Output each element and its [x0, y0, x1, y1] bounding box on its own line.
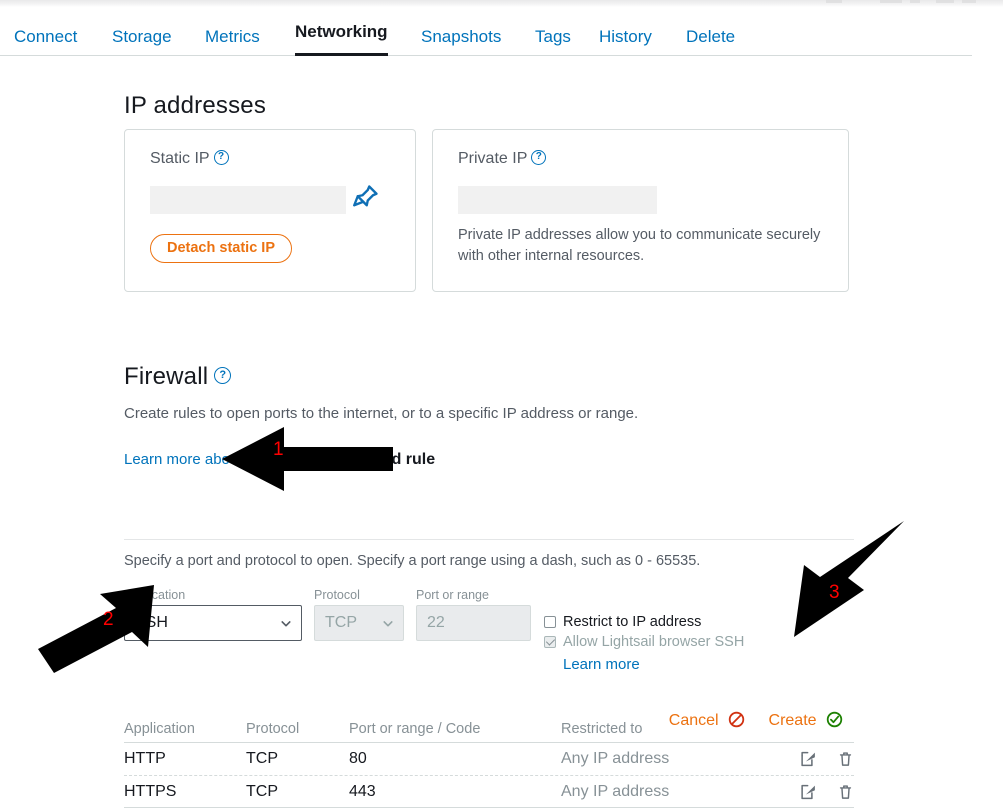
header-restricted-to: Restricted to [561, 721, 643, 737]
application-select-value: SSH [135, 614, 168, 631]
restrict-to-ip-checkbox[interactable] [544, 616, 556, 628]
table-header-underline [124, 742, 854, 743]
annotation-arrow-3 [794, 521, 904, 637]
firewall-help-icon[interactable]: ? [214, 367, 232, 385]
firewall-rules-table: Application Protocol Port or range / Cod… [124, 716, 854, 808]
edit-icon[interactable] [800, 749, 817, 769]
page-top-cutoff-strip [0, 0, 1003, 7]
external-link-icon [334, 454, 345, 465]
row-port: 443 [349, 782, 376, 800]
private-ip-note: Private IP addresses allow you to commun… [458, 227, 821, 264]
firewall-specify-note: Specify a port and protocol to open. Spe… [124, 553, 701, 569]
trash-icon[interactable] [837, 749, 854, 769]
resource-tab-bar: Connect Storage Metrics Networking Snaps… [0, 18, 972, 56]
restrict-to-ip-row[interactable]: Restrict to IP address [544, 613, 784, 631]
table-row[interactable]: HTTP TCP 80 Any IP address [124, 742, 854, 775]
firewall-divider [124, 539, 854, 540]
header-application: Application [124, 721, 195, 737]
port-or-range-field-label: Port or range [416, 588, 489, 602]
row-application: HTTP [124, 750, 166, 767]
application-field-label: Application [124, 588, 186, 602]
application-field: Application SSH [124, 588, 302, 641]
port-or-range-input: 22 [416, 605, 531, 641]
annotation-number-3: 3 [829, 582, 840, 603]
tab-snapshots[interactable]: Snapshots [421, 18, 501, 56]
protocol-field-label: Protocol [314, 588, 360, 602]
header-protocol: Protocol [246, 721, 300, 737]
allow-browser-ssh-checkbox [544, 636, 556, 648]
tab-history[interactable]: History [599, 18, 652, 56]
row-actions [761, 749, 854, 769]
firewall-heading: Firewall? [124, 363, 854, 391]
row-restricted-to: Any IP address [561, 782, 670, 800]
tab-delete[interactable]: Delete [686, 18, 735, 56]
row-protocol: TCP [246, 782, 278, 800]
ip-addresses-heading: IP addresses [124, 92, 267, 119]
row-application: HTTPS [124, 782, 177, 800]
chevron-down-icon [281, 621, 291, 627]
private-ip-value [458, 186, 657, 214]
learn-more-about-firewall-rules-link[interactable]: Learn more about firewall rules [124, 451, 345, 468]
static-ip-help-icon[interactable]: ? [213, 150, 229, 166]
detach-static-ip-button[interactable]: Detach static IP [150, 234, 292, 263]
private-ip-label: Private IP? [458, 150, 547, 168]
protocol-select: TCP [314, 605, 404, 641]
trash-icon[interactable] [837, 782, 854, 802]
add-rule-button[interactable]: + Add rule [349, 444, 436, 471]
tab-metrics[interactable]: Metrics [205, 18, 260, 56]
protocol-select-value: TCP [325, 614, 357, 631]
chevron-down-icon [383, 621, 393, 627]
firewall-rule-options: Restrict to IP address Allow Lightsail b… [544, 613, 784, 674]
static-ip-card: Static IP? Detach static IP [124, 129, 416, 292]
private-ip-help-icon[interactable]: ? [531, 150, 547, 166]
protocol-field: Protocol TCP [314, 588, 404, 641]
pushpin-icon[interactable] [351, 180, 381, 214]
table-row[interactable]: HTTPS TCP 443 Any IP address [124, 775, 854, 808]
restrict-to-ip-label: Restrict to IP address [563, 614, 702, 630]
plus-icon: + [349, 446, 363, 471]
private-ip-card: Private IP? Private IP addresses allow y… [432, 129, 849, 292]
edit-icon[interactable] [800, 782, 817, 802]
tab-connect[interactable]: Connect [14, 18, 77, 56]
static-ip-label: Static IP? [150, 150, 229, 168]
firewall-section: Firewall? Create rules to open ports to … [124, 363, 854, 729]
allow-browser-ssh-label: Allow Lightsail browser SSH [563, 634, 745, 650]
table-header-row: Application Protocol Port or range / Cod… [124, 716, 854, 742]
row-restricted-to: Any IP address [561, 750, 670, 767]
tab-tags[interactable]: Tags [535, 18, 571, 56]
row-port: 80 [349, 750, 367, 767]
tab-storage[interactable]: Storage [112, 18, 172, 56]
firewall-description: Create rules to open ports to the intern… [124, 405, 639, 422]
allow-browser-ssh-row: Allow Lightsail browser SSH [544, 633, 784, 651]
tab-networking[interactable]: Networking [295, 18, 388, 56]
learn-more-link[interactable]: Learn more [563, 656, 640, 673]
annotation-number-1: 1 [273, 439, 284, 460]
row-actions [761, 782, 854, 802]
static-ip-value [150, 186, 346, 214]
annotation-number-2: 2 [103, 609, 114, 630]
port-or-range-field: Port or range 22 [416, 588, 531, 641]
header-port-or-range: Port or range / Code [349, 721, 481, 737]
application-select[interactable]: SSH [124, 605, 302, 641]
row-protocol: TCP [246, 750, 278, 767]
add-rule-label: Add rule [370, 451, 436, 468]
